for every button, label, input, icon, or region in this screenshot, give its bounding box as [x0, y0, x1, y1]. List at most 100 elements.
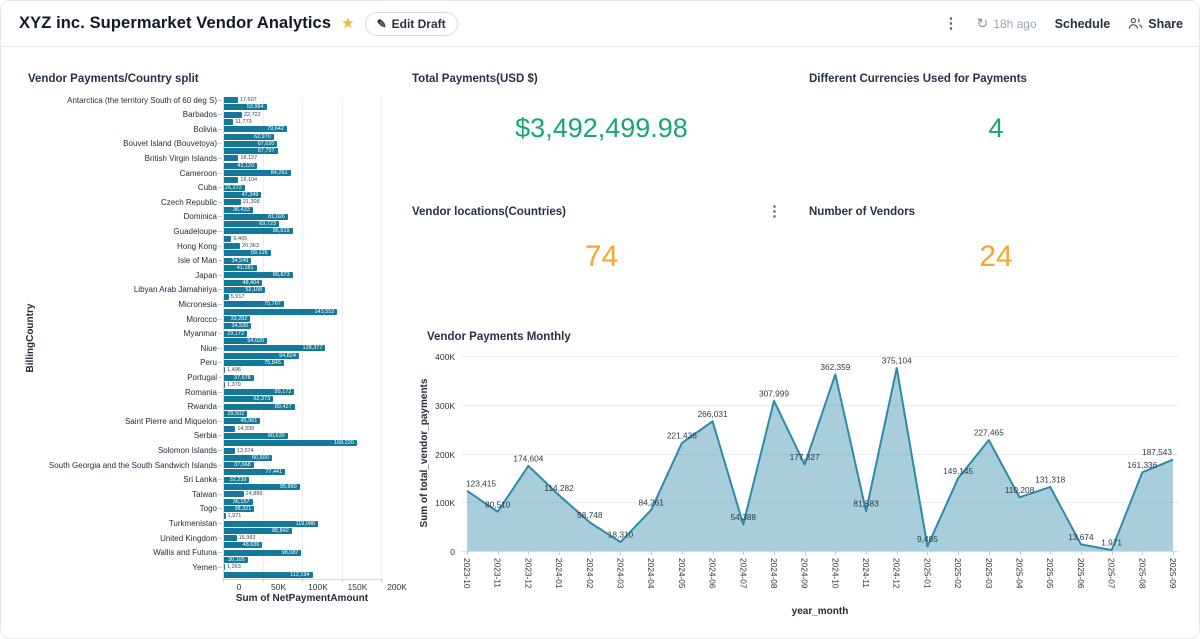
- country-label: Bolivia: [17, 126, 217, 134]
- country-label: Niue: [17, 345, 217, 353]
- bar-value-label: 143,552: [224, 309, 334, 315]
- locations-value: 74: [407, 240, 796, 274]
- data-point-label: 114,282: [544, 483, 574, 493]
- bar-value-label: 34,530: [224, 323, 248, 329]
- bar[interactable]: [224, 199, 241, 205]
- x-axis-title: Sum of NetPaymentAmount: [223, 593, 381, 604]
- edit-draft-button[interactable]: ✎ Edit Draft: [365, 12, 458, 36]
- x-tick-mark: [682, 551, 683, 555]
- monthly-payments-area-chart[interactable]: 0100K200K300K400K123,41580,510174,604114…: [411, 326, 1191, 623]
- month-label: 2025-01: [922, 558, 932, 588]
- y-tick-mark: [218, 421, 222, 422]
- data-point-label: 149,145: [943, 466, 973, 476]
- bar[interactable]: [224, 112, 242, 118]
- month-label: 2024-05: [677, 558, 687, 588]
- bar-value-label: 84,261: [224, 170, 288, 176]
- favorite-star-icon[interactable]: ★: [341, 16, 354, 31]
- bar-value-label: 95,860: [224, 484, 297, 490]
- share-label: Share: [1148, 17, 1183, 31]
- bar-value-label: 36,433: [224, 207, 250, 213]
- bar-value-label: 11,773: [235, 119, 251, 125]
- month-label: 2024-07: [738, 558, 748, 588]
- bar-value-label: 18,127: [240, 155, 257, 161]
- country-label: United Kingdom: [17, 535, 217, 543]
- month-label: 2024-04: [646, 558, 656, 588]
- area-path[interactable]: [467, 368, 1173, 551]
- y-tick-mark: [218, 392, 222, 393]
- bar[interactable]: [224, 491, 244, 497]
- bar-value-label: 81,026: [224, 214, 285, 220]
- x-tick-mark: [1050, 551, 1051, 555]
- x-tick-mark: [1081, 551, 1082, 555]
- bar-value-label: 54,620: [224, 338, 264, 344]
- header: XYZ inc. Supermarket Vendor Analytics ★ …: [1, 1, 1199, 47]
- bar-value-label: 75,845: [224, 360, 281, 366]
- bar[interactable]: [224, 426, 235, 432]
- bar[interactable]: [224, 367, 225, 373]
- bar-value-label: 26,272: [224, 185, 242, 191]
- y-tick-mark: [218, 173, 222, 174]
- bar-value-label: 37,678: [224, 375, 251, 381]
- y-tick-mark: [218, 494, 222, 495]
- card-number-of-vendors: Number of Vendors 24: [801, 196, 1191, 326]
- share-button[interactable]: Share: [1128, 17, 1183, 31]
- x-tick-mark: [528, 551, 529, 555]
- bar[interactable]: [224, 448, 235, 454]
- bar[interactable]: [224, 513, 226, 519]
- y-tick-label: 300K: [411, 401, 455, 411]
- card-kebab-menu-icon[interactable]: ⋮: [767, 204, 782, 219]
- schedule-button[interactable]: Schedule: [1055, 17, 1111, 31]
- bar-value-label: 75,767: [224, 301, 281, 307]
- month-label: 2024-01: [554, 558, 564, 588]
- pencil-icon: ✎: [377, 17, 387, 31]
- country-label: Guadeloupe: [17, 228, 217, 236]
- y-tick-mark: [218, 523, 222, 524]
- bar-value-label: 98,087: [224, 550, 298, 556]
- month-label: 2023-11: [493, 558, 503, 588]
- card-currencies: Different Currencies Used for Payments 4: [801, 63, 1191, 196]
- bar[interactable]: [224, 155, 238, 161]
- x-axis-line: [223, 579, 381, 580]
- data-point-label: 307,999: [759, 388, 789, 398]
- country-split-bar-chart[interactable]: Antarctica (the territory South of 60 de…: [17, 97, 401, 579]
- bar-value-label: 29,172: [224, 331, 244, 337]
- x-tick-mark: [835, 551, 836, 555]
- bar[interactable]: [224, 236, 231, 242]
- y-tick-mark: [218, 508, 222, 509]
- bar-value-label: 32,239: [224, 477, 246, 483]
- month-label: 2025-04: [1015, 558, 1025, 588]
- grid-line: [461, 551, 1179, 552]
- y-axis-title: Sum of total_vendor_payments: [419, 343, 431, 563]
- country-label: Czech Republic: [17, 199, 217, 207]
- data-point-label: 58,748: [577, 510, 603, 520]
- month-label: 2023-10: [462, 558, 472, 588]
- bar[interactable]: [224, 177, 238, 183]
- bar-value-label: 77,441: [224, 469, 282, 475]
- y-tick-mark: [218, 406, 222, 407]
- edit-draft-label: Edit Draft: [392, 17, 446, 31]
- country-label: Japan: [17, 272, 217, 280]
- x-tick-mark: [498, 551, 499, 555]
- bar[interactable]: [224, 382, 225, 388]
- bar-value-label: 62,970: [224, 134, 271, 140]
- refresh-button[interactable]: ↻ 18h ago: [977, 15, 1037, 32]
- area-chart-svg[interactable]: 123,41580,510174,604114,28258,74818,3108…: [461, 342, 1179, 551]
- header-kebab-menu-icon[interactable]: ⋮: [944, 16, 959, 31]
- kpi-title: Number of Vendors: [809, 206, 915, 218]
- bar-value-label: 1,263: [227, 564, 241, 570]
- month-label: 2024-10: [830, 558, 840, 588]
- bar[interactable]: [224, 294, 229, 300]
- month-label: 2024-08: [769, 558, 779, 588]
- bar[interactable]: [224, 564, 225, 570]
- bar-value-label: 17,607: [240, 97, 257, 103]
- month-label: 2024-02: [585, 558, 595, 588]
- bar[interactable]: [224, 119, 233, 125]
- bar[interactable]: [224, 535, 237, 541]
- bar[interactable]: [224, 243, 240, 249]
- x-tick-mark: [590, 551, 591, 555]
- bar[interactable]: [224, 97, 238, 103]
- app-window: XYZ inc. Supermarket Vendor Analytics ★ …: [0, 0, 1200, 639]
- y-tick-mark: [218, 129, 222, 130]
- x-tick-mark: [1142, 551, 1143, 555]
- month-label: 2024-12: [892, 558, 902, 588]
